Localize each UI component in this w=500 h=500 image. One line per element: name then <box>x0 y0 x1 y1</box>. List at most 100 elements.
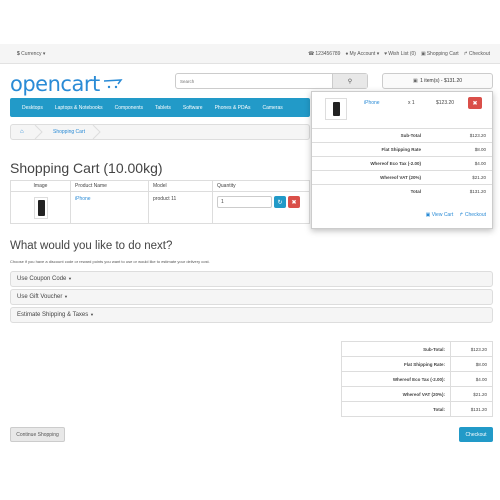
chevron-down-icon: ▾ <box>42 51 46 57</box>
col-model: Model <box>148 180 213 192</box>
totals-row: Whereof Eco Tax (-2.00): $4.00 <box>341 371 493 387</box>
continue-shopping-button[interactable]: Continue Shopping <box>10 427 65 442</box>
phone-icon: ☎ <box>308 51 315 57</box>
total-label: Whereof VAT (20%) <box>312 170 427 185</box>
dropdown-product-thumbnail[interactable] <box>325 98 347 120</box>
checkout-text: Checkout <box>468 51 490 57</box>
next-description: Choose if you have a discount code or re… <box>10 259 210 264</box>
breadcrumb-separator <box>92 125 101 139</box>
currency-symbol: $ <box>17 51 20 57</box>
dropdown-total-row: Whereof VAT (20%) $21.20 <box>312 170 492 185</box>
shopping-cart-link[interactable]: ▣Shopping Cart <box>421 51 459 57</box>
view-cart-link[interactable]: ▣ View Cart <box>426 212 454 218</box>
search-icon: ⚲ <box>347 78 353 85</box>
phone-link[interactable]: ☎123456789 <box>308 51 340 57</box>
chevron-down-icon: ▼ <box>89 312 94 317</box>
my-account-text: My Account <box>349 51 376 57</box>
cell-product-name: iPhone <box>70 191 149 224</box>
cart-dropdown: iPhone x 1 $123.20 ✖ Sub-Total $123.20 Fl… <box>311 91 493 229</box>
totals-label: Flat Shipping Rate: <box>341 356 451 372</box>
total-value: $8.00 <box>427 142 492 157</box>
totals-label: Sub-Total: <box>341 341 451 357</box>
refresh-icon: ↻ <box>277 199 283 206</box>
cell-quantity: ↻ ✖ <box>212 191 310 224</box>
dropdown-item: iPhone x 1 $123.20 ✖ <box>312 92 492 127</box>
phone-text: 123456789 <box>315 51 341 57</box>
totals-label: Whereof VAT (20%): <box>341 386 451 402</box>
shipping-panel[interactable]: Estimate Shipping & Taxes ▼ <box>10 307 493 323</box>
page-title: Shopping Cart (10.00kg) <box>10 160 163 176</box>
total-value: $21.20 <box>427 170 492 185</box>
totals-value: $21.20 <box>450 386 493 402</box>
dropdown-links: ▣ View Cart ↱ Checkout <box>426 212 486 218</box>
product-thumbnail[interactable] <box>33 196 48 219</box>
dropdown-total-row: Sub-Total $123.20 <box>312 128 492 143</box>
coupon-panel-label: Use Coupon Code <box>17 276 67 282</box>
totals-table: Sub-Total: $123.20 Flat Shipping Rate: $8.… <box>341 341 493 417</box>
quantity-input[interactable] <box>217 196 272 208</box>
breadcrumb-separator <box>34 125 43 139</box>
totals-label: Whereof Eco Tax (-2.00): <box>341 371 451 387</box>
nav-item-tablets[interactable]: Tablets <box>155 105 171 111</box>
dropdown-product-link[interactable]: iPhone <box>364 100 380 106</box>
dropdown-remove-button[interactable]: ✖ <box>468 97 482 109</box>
wish-list-link[interactable]: ♥Wish List (0) <box>384 51 416 57</box>
shopping-cart-text: Shopping Cart <box>426 51 459 57</box>
total-label: Whereof Eco Tax (-2.00) <box>312 156 427 171</box>
nav-item-phones[interactable]: Phones & PDAs <box>215 105 251 111</box>
nav-item-components[interactable]: Components <box>115 105 143 111</box>
dropdown-product-qty: x 1 <box>408 100 415 106</box>
wish-list-text: Wish List (0) <box>388 51 416 57</box>
cart-button[interactable]: ▣ 1 item(s) - $131.20 <box>382 73 493 89</box>
logo[interactable]: opencart <box>10 72 100 96</box>
user-icon: ● <box>345 51 349 57</box>
cart-icon: ▣ <box>412 78 418 84</box>
view-cart-text: View Cart <box>431 212 454 218</box>
remove-button[interactable]: ✖ <box>288 196 300 208</box>
currency-dropdown[interactable]: $ Currency ▾ <box>17 51 45 57</box>
dropdown-checkout-text: Checkout <box>464 212 486 218</box>
nav-item-software[interactable]: Software <box>183 105 203 111</box>
cart-icon: ▣ <box>425 212 431 218</box>
totals-value: $4.00 <box>450 371 493 387</box>
share-icon: ↱ <box>459 212 464 218</box>
cell-model: product 11 <box>148 191 213 224</box>
product-link[interactable]: iPhone <box>75 196 91 202</box>
chevron-down-icon: ▼ <box>68 276 73 281</box>
heart-icon: ♥ <box>384 51 388 57</box>
total-value: $4.00 <box>427 156 492 171</box>
search-button[interactable]: ⚲ <box>332 74 367 88</box>
currency-label: Currency <box>21 51 42 57</box>
breadcrumb: ⌂ Shopping Cart <box>10 124 310 140</box>
totals-label: Total: <box>341 401 451 417</box>
nav-item-desktops[interactable]: Desktops <box>22 105 43 111</box>
home-icon[interactable]: ⌂ <box>20 129 24 135</box>
checkout-button[interactable]: Checkout <box>459 427 493 442</box>
quantity-controls: ↻ ✖ <box>217 196 305 208</box>
checkout-link[interactable]: ↱Checkout <box>464 51 490 57</box>
update-button[interactable]: ↻ <box>274 196 286 208</box>
breadcrumb-current[interactable]: Shopping Cart <box>53 129 85 135</box>
total-label: Total <box>312 184 427 199</box>
nav-item-laptops[interactable]: Laptops & Notebooks <box>55 105 103 111</box>
totals-row: Whereof VAT (20%): $21.20 <box>341 386 493 402</box>
total-value: $131.20 <box>427 184 492 199</box>
dropdown-totals: Sub-Total $123.20 Flat Shipping Rate $8.00… <box>312 128 492 199</box>
dropdown-total-row: Whereof Eco Tax (-2.00) $4.00 <box>312 156 492 171</box>
cart-icon: ▣ <box>420 51 426 57</box>
chevron-down-icon: ▾ <box>376 51 380 57</box>
share-icon: ↱ <box>463 51 468 57</box>
my-account-link[interactable]: ●My Account ▾ <box>345 51 379 57</box>
coupon-panel[interactable]: Use Coupon Code ▼ <box>10 271 493 287</box>
totals-value: $8.00 <box>450 356 493 372</box>
col-image: Image <box>10 180 71 192</box>
totals-row: Sub-Total: $123.20 <box>341 341 493 357</box>
dropdown-checkout-link[interactable]: ↱ Checkout <box>459 212 486 218</box>
top-bar: $ Currency ▾ ☎123456789 ●My Account ▾ ♥W… <box>0 44 500 64</box>
nav-item-cameras[interactable]: Cameras <box>262 105 282 111</box>
totals-value: $123.20 <box>450 341 493 357</box>
search-input[interactable] <box>178 75 333 87</box>
total-label: Flat Shipping Rate <box>312 142 427 157</box>
voucher-panel[interactable]: Use Gift Voucher ▼ <box>10 289 493 305</box>
voucher-panel-label: Use Gift Voucher <box>17 294 63 300</box>
